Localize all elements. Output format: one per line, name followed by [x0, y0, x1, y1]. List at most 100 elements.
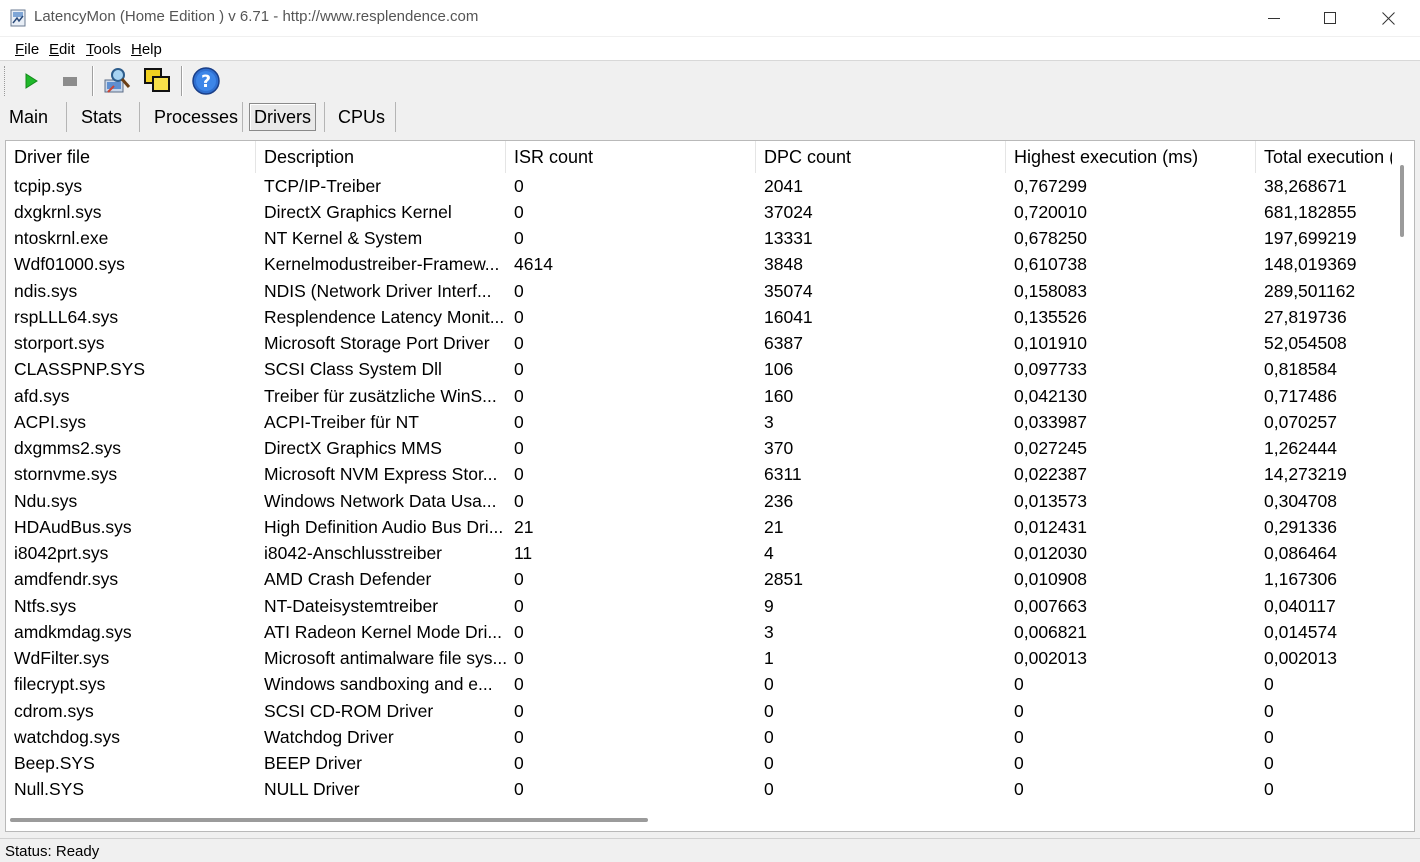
description-cell: Windows sandboxing and e...: [264, 674, 493, 695]
total-execution-cell: 0: [1264, 674, 1274, 695]
description-cell: TCP/IP-Treiber: [264, 175, 382, 196]
drivers-table: Driver file Description ISR count DPC co…: [5, 140, 1415, 832]
table-row[interactable]: stornvme.sys Microsoft NVM Express Stor..…: [6, 462, 1392, 488]
total-execution-cell: 0,014574: [1264, 621, 1337, 642]
isr-count-cell: 0: [514, 464, 524, 485]
dpc-count-cell: 2851: [764, 569, 803, 590]
total-execution-cell: 1,167306: [1264, 569, 1337, 590]
table-row[interactable]: HDAudBus.sys High Definition Audio Bus Dr…: [6, 514, 1392, 540]
highest-execution-cell: 0: [1014, 779, 1024, 800]
menu-edit[interactable]: Edit: [49, 41, 75, 58]
toolbar-grip[interactable]: [4, 66, 7, 96]
menu-edit-label: dit: [59, 41, 75, 58]
total-execution-cell: 0,002013: [1264, 648, 1337, 668]
table-row[interactable]: storport.sys Microsoft Storage Port Drive…: [6, 331, 1392, 357]
total-execution-cell: 0: [1264, 753, 1274, 773]
tab-drivers[interactable]: Drivers: [249, 103, 316, 131]
table-row[interactable]: tcpip.sys TCP/IP-Treiber 0 2041 0,767299 38,2…: [6, 173, 1392, 199]
maximize-button[interactable]: [1302, 0, 1358, 36]
horizontal-scrollbar[interactable]: [6, 809, 1392, 831]
tab-processes[interactable]: Processes: [150, 103, 242, 131]
table-row[interactable]: CLASSPNP.SYS SCSI Class System Dll 0 106 0,0…: [6, 357, 1392, 383]
menu-tools-accel: T: [86, 41, 94, 58]
table-row[interactable]: ndis.sys NDIS (Network Driver Interf... 0 3…: [6, 278, 1392, 304]
description-cell: Windows Network Data Usa...: [264, 490, 497, 511]
table-row[interactable]: dxgkrnl.sys DirectX Graphics Kernel 0 37024…: [6, 199, 1392, 225]
column-header-highest-execution[interactable]: Highest execution (ms): [1006, 141, 1256, 173]
highest-execution-cell: 0,027245: [1014, 438, 1087, 458]
dpc-count-cell: 2041: [764, 175, 803, 196]
horizontal-scrollbar-thumb[interactable]: [10, 818, 648, 822]
vertical-scrollbar[interactable]: [1392, 141, 1414, 809]
minimize-icon: [1268, 18, 1280, 19]
tab-main[interactable]: Main: [5, 103, 52, 131]
table-row[interactable]: amdfendr.sys AMD Crash Defender 0 2851 0,010…: [6, 567, 1392, 593]
start-button[interactable]: [16, 65, 46, 97]
dpc-count-cell: 0: [764, 674, 774, 695]
highest-execution-cell: 0,097733: [1014, 359, 1087, 380]
windows-icon: [144, 68, 170, 92]
table-row[interactable]: Null.SYS NULL Driver 0 0 0 0: [6, 777, 1392, 803]
status-text: Status: Ready: [5, 843, 100, 860]
isr-count-cell: 0: [514, 700, 524, 721]
highest-execution-cell: 0,007663: [1014, 595, 1087, 616]
table-row[interactable]: ACPI.sys ACPI-Treiber für NT 0 3 0,033987 0,0…: [6, 409, 1392, 435]
column-header-dpc-count[interactable]: DPC count: [756, 141, 1006, 173]
table-row[interactable]: Ndu.sys Windows Network Data Usa... 0 236 0,…: [6, 488, 1392, 514]
total-execution-cell: 681,182855: [1264, 201, 1357, 222]
analyze-button[interactable]: [102, 65, 132, 97]
driver-file-cell: afd.sys: [14, 385, 70, 406]
analyze-icon: [104, 68, 131, 93]
description-cell: High Definition Audio Bus Dri...: [264, 516, 504, 537]
description-cell: i8042-Anschlusstreiber: [264, 543, 443, 563]
isr-count-cell: 0: [514, 201, 524, 222]
windows-button[interactable]: [142, 65, 172, 97]
table-row[interactable]: amdkmdag.sys ATI Radeon Kernel Mode Dri..…: [6, 619, 1392, 645]
table-row[interactable]: watchdog.sys Watchdog Driver 0 0 0 0: [6, 724, 1392, 750]
table-row[interactable]: Wdf01000.sys Kernelmodustreiber-Framew...…: [6, 252, 1392, 278]
dpc-count-cell: 3: [764, 411, 774, 432]
help-button[interactable]: ?: [191, 65, 221, 97]
description-cell: Kernelmodustreiber-Framew...: [264, 254, 500, 275]
dpc-count-cell: 6387: [764, 333, 803, 353]
description-cell: NT-Dateisystemtreiber: [264, 595, 439, 616]
table-header: Driver file Description ISR count DPC co…: [6, 141, 1392, 173]
tab-cpus[interactable]: CPUs: [334, 103, 389, 131]
table-row[interactable]: afd.sys Treiber für zusätzliche WinS... 0 1…: [6, 383, 1392, 409]
driver-file-cell: WdFilter.sys: [14, 648, 110, 668]
vertical-scrollbar-thumb[interactable]: [1400, 165, 1404, 237]
table-row[interactable]: i8042prt.sys i8042-Anschlusstreiber 11 4 0,0…: [6, 541, 1392, 567]
highest-execution-cell: 0,720010: [1014, 201, 1087, 222]
highest-execution-cell: 0,767299: [1014, 175, 1087, 196]
tab-stats[interactable]: Stats: [77, 103, 126, 131]
highest-execution-cell: 0,101910: [1014, 333, 1087, 353]
menu-help[interactable]: Help: [131, 41, 162, 58]
menu-tools[interactable]: Tools: [86, 41, 121, 58]
column-header-total-execution[interactable]: Total execution (: [1256, 141, 1392, 173]
table-row[interactable]: rspLLL64.sys Resplendence Latency Monit..…: [6, 304, 1392, 330]
table-row[interactable]: Ntfs.sys NT-Dateisystemtreiber 0 9 0,007663 0…: [6, 593, 1392, 619]
isr-count-cell: 0: [514, 674, 524, 695]
table-row[interactable]: filecrypt.sys Windows sandboxing and e...…: [6, 672, 1392, 698]
column-header-driver-file[interactable]: Driver file: [6, 141, 256, 173]
driver-file-cell: Null.SYS: [14, 779, 85, 800]
close-button[interactable]: [1360, 0, 1416, 36]
table-row[interactable]: Beep.SYS BEEP Driver 0 0 0 0: [6, 751, 1392, 777]
table-row[interactable]: cdrom.sys SCSI CD-ROM Driver 0 0 0 0: [6, 698, 1392, 724]
table-row[interactable]: dxgmms2.sys DirectX Graphics MMS 0 370 0,027…: [6, 436, 1392, 462]
dpc-count-cell: 1: [764, 648, 774, 668]
column-header-isr-count[interactable]: ISR count: [506, 141, 756, 173]
total-execution-cell: 0,304708: [1264, 490, 1337, 511]
driver-file-cell: watchdog.sys: [14, 726, 121, 747]
maximize-icon: [1324, 12, 1336, 24]
table-row[interactable]: WdFilter.sys Microsoft antimalware file s…: [6, 646, 1392, 672]
description-cell: Microsoft NVM Express Stor...: [264, 464, 498, 485]
table-row[interactable]: ntoskrnl.exe NT Kernel & System 0 13331 0,67…: [6, 226, 1392, 252]
highest-execution-cell: 0: [1014, 753, 1024, 773]
column-header-description[interactable]: Description: [256, 141, 506, 173]
stop-button[interactable]: [55, 65, 85, 97]
menu-file[interactable]: File: [15, 41, 39, 58]
description-cell: NDIS (Network Driver Interf...: [264, 280, 492, 301]
minimize-button[interactable]: [1246, 0, 1302, 36]
isr-count-cell: 0: [514, 359, 524, 380]
